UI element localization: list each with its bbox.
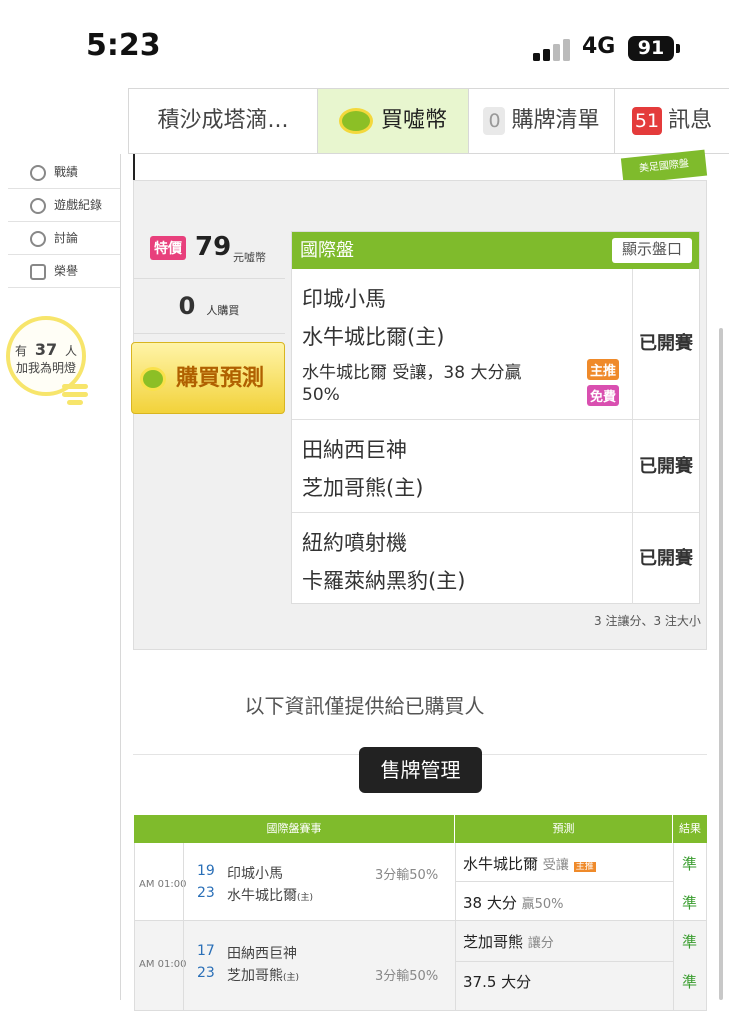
team-name: 田納西巨神 [227,946,297,962]
sidebar: 戰績 遊戲紀錄 討論 榮譽 [8,156,120,288]
buy-prediction-button[interactable]: 購買預測 [131,342,285,414]
message-count: 51 [631,107,663,135]
prediction: 水牛城比爾 受讓 主推 [463,855,596,873]
match-status: 已開賽 [632,420,699,512]
record-icon [30,165,46,181]
info-notice: 以下資訊僅提供給已購買人 [244,694,485,718]
buyer-count: 0 [178,292,196,320]
sidebar-item-label: 榮譽 [54,264,79,278]
main-pick-badge: 主推 [573,862,596,872]
game-time: AM 01:00 [139,959,187,970]
bulb-base-icon [62,384,88,414]
away-team: 印城小馬 [302,287,386,311]
status-bar: 5:23 4G 91 [0,0,729,88]
tab-cart-label: 購牌清單 [511,108,600,133]
coin-icon [140,367,166,391]
bet-footnote: 3 注讓分、3 注大小 [594,614,701,628]
away-team: 紐約噴射機 [302,531,407,555]
fan-count: 37 [34,340,58,359]
scrollbar[interactable] [719,328,723,1000]
prediction: 37.5 大分 [463,973,532,991]
battery-cap [676,44,680,53]
sidebar-item-label: 討論 [54,231,79,245]
prediction: 芝加哥熊 讓分 [463,933,554,951]
show-odds-button[interactable]: 顯示盤口 [611,238,692,263]
tab-profile[interactable]: 積沙成塔滴... [129,89,318,153]
bet-box: 國際盤 顯示盤口 印城小馬 水牛城比爾(主) 水牛城比爾 受讓，38 大分贏 5… [291,231,700,604]
match-status: 已開賽 [632,513,699,604]
result: 準 [682,894,698,912]
header-event: 國際盤賽事 [266,822,322,835]
network-type: 4G [582,34,616,59]
top-tabs: 積沙成塔滴... 買噓幣 0 購牌清單 51 訊息 [128,88,729,154]
tab-cart[interactable]: 0 購牌清單 [469,89,615,153]
match-row: 印城小馬 水牛城比爾(主) 水牛城比爾 受讓，38 大分贏 50% 主推 免費 … [292,269,699,419]
buyers-row: 0 人購買 [133,278,285,334]
sidebar-item-record[interactable]: 戰績 [8,156,120,189]
special-badge: 特價 [150,236,186,260]
cart-count: 0 [483,107,506,135]
tab-messages[interactable]: 51 訊息 [615,89,729,153]
odds: 3分輸50% [375,969,439,984]
sidebar-item-honor[interactable]: 榮譽 [8,255,120,288]
signal-icon [533,37,573,61]
sidebar-item-history[interactable]: 遊戲紀錄 [8,189,120,222]
team-number: 17 [197,943,215,959]
odds: 3分輸50% [375,868,439,883]
home-team: 卡羅萊納黑豹(主) [302,569,466,593]
tab-profile-label: 積沙成塔滴... [157,108,289,133]
team-name: 芝加哥熊(主) [227,968,300,984]
bet-header: 國際盤 顯示盤口 [292,232,699,269]
home-team: 水牛城比爾(主) [302,325,445,349]
match-status: 已開賽 [632,269,699,419]
bulb-prefix: 有 [15,344,28,358]
buyer-unit: 人購買 [206,304,240,317]
tab-buy-coins-label: 買噓幣 [380,108,447,133]
header-result: 結果 [672,815,707,843]
result: 準 [682,973,698,991]
price: 79 [195,232,232,262]
table-row: AM 01:00 19 印城小馬 23 水牛城比爾(主) 3分輸50% 水牛城比… [134,843,707,921]
result: 準 [682,933,698,951]
price-unit: 元噓幣 [233,251,266,264]
medal-icon [30,264,46,280]
bulb-text: 加我為明燈 [15,361,76,375]
pick-percent: 50% [302,385,340,405]
tab-messages-label: 訊息 [668,108,713,133]
team-name: 水牛城比爾(主) [227,888,314,904]
home-team: 芝加哥熊(主) [302,476,424,500]
tab-buy-coins[interactable]: 買噓幣 [318,89,469,153]
bulb-suffix: 人 [64,344,77,358]
sidebar-item-label: 遊戲紀錄 [54,198,103,212]
prediction: 38 大分 贏50% [463,894,564,912]
game-time: AM 01:00 [139,879,187,890]
team-number: 23 [197,965,215,981]
result: 準 [682,855,698,873]
match-row: 紐約噴射機 卡羅萊納黑豹(主) 已開賽 [292,512,699,604]
team-name: 印城小馬 [227,866,283,882]
sidebar-divider [120,154,121,1000]
away-team: 田納西巨神 [302,438,407,462]
free-badge: 免費 [587,385,620,406]
coin-icon [338,108,373,134]
team-number: 19 [197,863,215,879]
sales-management-button[interactable]: 售牌管理 [359,747,482,793]
table-header: 國際盤賽事 預測 結果 [134,815,707,843]
discussion-icon [30,231,46,247]
buy-button-label: 購買預測 [176,366,265,391]
match-row: 田納西巨神 芝加哥熊(主) 已開賽 [292,419,699,512]
team-number: 23 [197,885,215,901]
header-prediction: 預測 [454,815,672,843]
clock: 5:23 [86,28,161,63]
sidebar-item-label: 戰績 [54,165,79,179]
pick-line: 水牛城比爾 受讓，38 大分贏 [302,363,522,383]
bet-title: 國際盤 [300,240,354,261]
battery-icon: 91 [628,36,674,61]
circle-icon [30,198,46,214]
main-pick-badge: 主推 [587,359,620,380]
sidebar-item-discussion[interactable]: 討論 [8,222,120,255]
table-row: AM 01:00 17 田納西巨神 23 芝加哥熊(主) 3分輸50% 芝加哥熊… [134,921,707,1011]
